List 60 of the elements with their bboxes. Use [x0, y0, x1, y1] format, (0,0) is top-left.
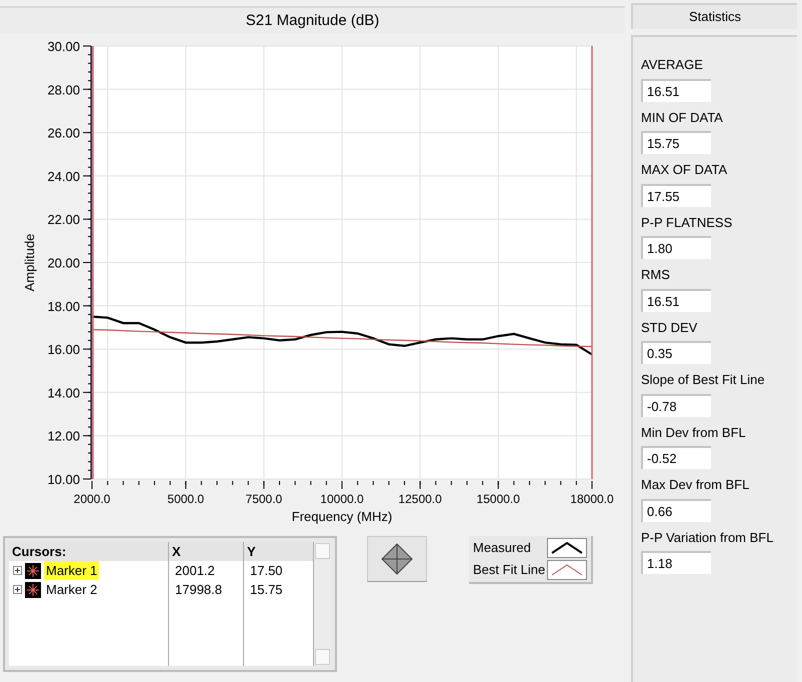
- table-cell-text: 15.75: [249, 580, 284, 599]
- expand-icon[interactable]: [13, 566, 22, 575]
- statistic-value-field[interactable]: 0.35: [641, 341, 711, 364]
- statistic-label: P-P Variation from BFL: [641, 528, 774, 546]
- statistic-label: Min Dev from BFL: [641, 424, 747, 442]
- statistic-label: Slope of Best Fit Line: [641, 371, 766, 389]
- axis-tick-label: 14.00: [47, 385, 80, 400]
- legend-label: Best Fit Line: [473, 561, 546, 580]
- statistic-label: RMS: [641, 266, 671, 284]
- statistic-value-field[interactable]: -0.78: [641, 394, 711, 416]
- statistic-label: AVERAGE: [641, 56, 704, 74]
- statistic-value-field[interactable]: 17.55: [641, 184, 711, 206]
- column-header[interactable]: Cursors:: [9, 542, 168, 561]
- axis-tick-label: 28.00: [47, 82, 80, 98]
- axis-tick-label: 7500.0: [246, 492, 282, 506]
- axis-tick-label: 12500.0: [398, 492, 442, 506]
- statistic-value-field[interactable]: 1.80: [641, 236, 711, 259]
- axis-tick-label: 10.00: [47, 472, 80, 487]
- cursor-name[interactable]: Marker 2: [44, 580, 100, 600]
- axis-tick-label: 18000.0: [570, 492, 614, 506]
- statistic-label: MAX OF DATA: [641, 161, 728, 179]
- column-header[interactable]: X: [169, 542, 243, 561]
- statistic-value-field[interactable]: -0.52: [641, 446, 711, 469]
- axis-tick-label: 16.00: [47, 342, 80, 358]
- table-cell-text: 17.50: [249, 562, 284, 580]
- cursor-move-button[interactable]: [367, 536, 427, 582]
- statistic-label: MIN OF DATA: [641, 108, 724, 126]
- statistic-label: STD DEV: [641, 318, 698, 336]
- statistic-label: Max Dev from BFL: [641, 476, 750, 494]
- cursor-marker-icon: [25, 562, 41, 578]
- axis-tick-label: 20.00: [47, 256, 80, 270]
- axis-tick-label: 24.00: [47, 168, 80, 184]
- table-cell-text: 2001.2: [174, 562, 216, 580]
- axis-title: Frequency (MHz): [292, 509, 392, 524]
- axis-tick-label: 26.00: [47, 126, 80, 141]
- axis-tick-label: 5000.0: [167, 492, 204, 506]
- column-header[interactable]: Y: [244, 542, 313, 561]
- panel-title: Statistics: [631, 3, 797, 29]
- cursor-marker-icon: [25, 582, 41, 598]
- scrollbar[interactable]: [314, 542, 331, 666]
- statistic-value-field[interactable]: 16.51: [641, 288, 711, 312]
- statistic-label: P-P FLATNESS: [641, 214, 734, 232]
- legend-label: Measured: [473, 539, 531, 558]
- axis-tick-label: 22.00: [47, 212, 80, 228]
- statistic-value-field[interactable]: 16.51: [641, 78, 711, 102]
- axis-tick-label: 15000.0: [476, 492, 520, 506]
- graph-title: S21 Magnitude (dB): [0, 6, 625, 34]
- expand-icon[interactable]: [13, 585, 22, 594]
- cursor-name[interactable]: Marker 1: [44, 560, 100, 580]
- axis-tick-label: 12.00: [47, 428, 80, 444]
- statistic-value-field[interactable]: 1.18: [641, 551, 711, 574]
- diamond-pad-icon: [381, 543, 413, 575]
- axis-tick-label: 2000.0: [74, 492, 110, 506]
- axis-tick-label: 18.00: [47, 298, 80, 314]
- axis-tick-label: 30.00: [47, 39, 80, 54]
- statistic-value-field[interactable]: 15.75: [641, 131, 711, 154]
- statistic-value-field[interactable]: 0.66: [641, 498, 711, 522]
- table-cell-text: 17998.8: [174, 580, 223, 599]
- axis-tick-label: 10000.0: [320, 492, 364, 506]
- axis-title: Amplitude: [22, 234, 37, 292]
